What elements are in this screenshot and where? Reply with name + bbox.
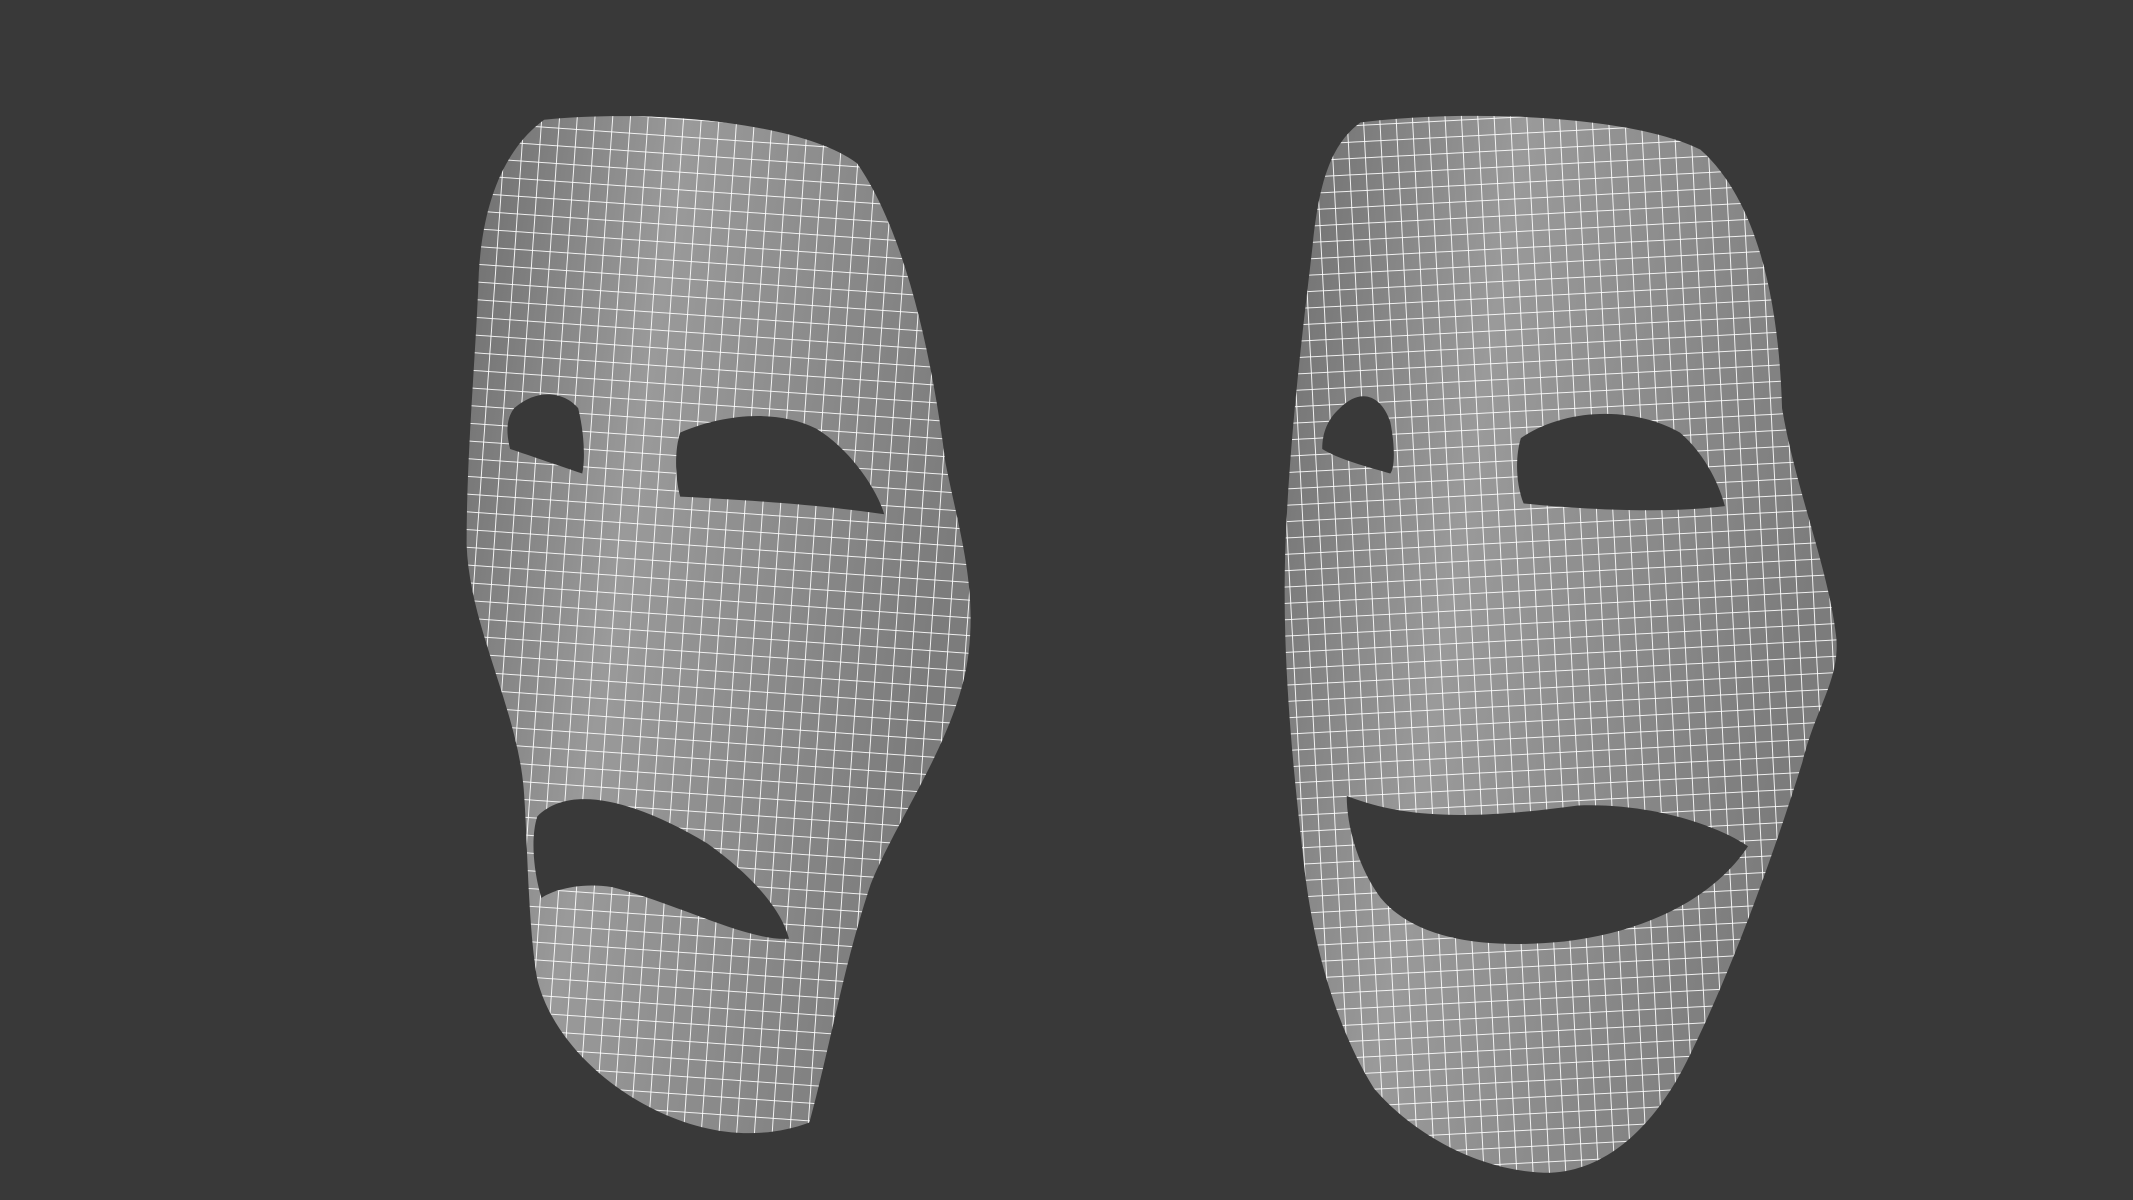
render-viewport: [0, 0, 2133, 1200]
